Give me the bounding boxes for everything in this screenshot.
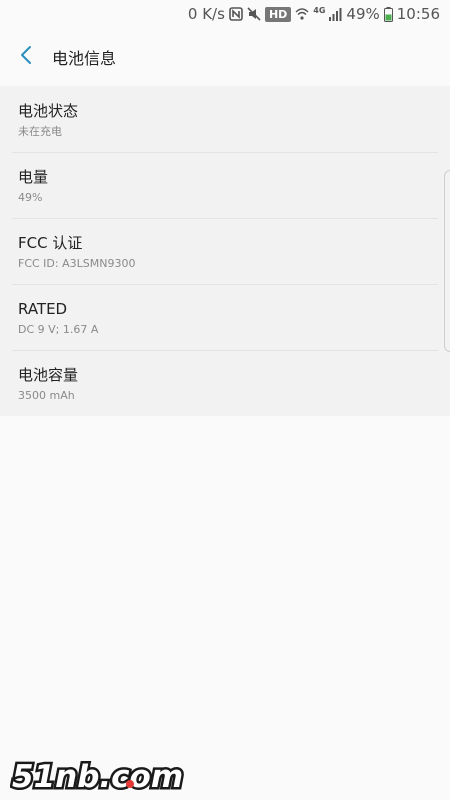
list-item-battery-level[interactable]: 电量 49% bbox=[0, 152, 450, 218]
chevron-left-icon bbox=[19, 45, 33, 69]
item-title: 电池容量 bbox=[18, 366, 79, 384]
item-subtitle: 3500 mAh bbox=[18, 389, 75, 402]
item-subtitle: 49% bbox=[18, 191, 43, 204]
scroll-indicator[interactable] bbox=[444, 170, 450, 352]
list-item-fcc[interactable]: FCC 认证 FCC ID: A3LSMN9300 bbox=[0, 218, 450, 284]
back-button[interactable] bbox=[2, 33, 50, 81]
item-title: FCC 认证 bbox=[18, 234, 83, 252]
item-subtitle: DC 9 V; 1.67 A bbox=[18, 323, 99, 336]
item-title: RATED bbox=[18, 300, 68, 318]
list-item-battery-capacity[interactable]: 电池容量 3500 mAh bbox=[0, 350, 450, 416]
status-bar: 0 K/s HD 4G 49% 10:56 bbox=[0, 0, 450, 28]
battery-percent: 49% bbox=[346, 5, 380, 23]
item-subtitle: FCC ID: A3LSMN9300 bbox=[18, 257, 136, 270]
app-bar: 电池信息 bbox=[0, 28, 450, 86]
hd-badge: HD bbox=[264, 6, 292, 22]
page-title: 电池信息 bbox=[52, 49, 117, 68]
item-title: 电池状态 bbox=[18, 102, 79, 120]
list-item-rated[interactable]: RATED DC 9 V; 1.67 A bbox=[0, 284, 450, 350]
mute-icon bbox=[247, 7, 261, 21]
signal-icon bbox=[329, 7, 342, 21]
clock: 10:56 bbox=[396, 5, 440, 23]
item-title: 电量 bbox=[18, 168, 49, 186]
list-item-battery-status[interactable]: 电池状态 未在充电 bbox=[0, 86, 450, 152]
network-type: 4G bbox=[313, 5, 326, 15]
wifi-icon bbox=[295, 7, 309, 21]
battery-info-list: 电池状态 未在充电 电量 49% FCC 认证 FCC ID: A3LSMN93… bbox=[0, 86, 450, 416]
network-speed: 0 K/s bbox=[187, 5, 225, 23]
item-subtitle: 未在充电 bbox=[18, 125, 62, 138]
watermark-logo: 51nb.com bbox=[10, 756, 210, 797]
battery-icon bbox=[383, 6, 393, 22]
nfc-icon bbox=[229, 7, 243, 21]
svg-text:51nb.com: 51nb.com bbox=[12, 759, 183, 795]
